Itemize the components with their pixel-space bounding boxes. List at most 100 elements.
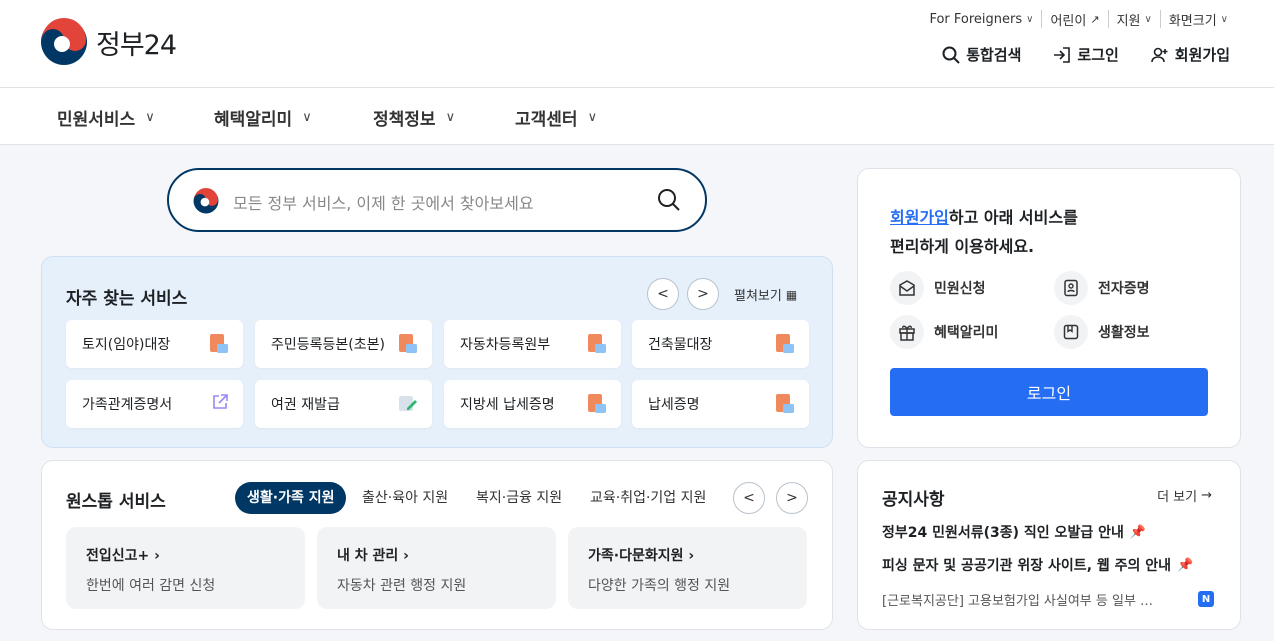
prev-button[interactable]: < <box>647 278 679 310</box>
taegeuk-emblem-icon <box>193 188 219 214</box>
search-input[interactable]: 모든 정부 서비스, 이제 한 곳에서 찾아보세요 <box>233 190 534 214</box>
tab-welfare-finance[interactable]: 복지·금융 지원 <box>476 482 562 514</box>
chevron-down-icon: ∨ <box>302 110 312 125</box>
login-panel: 회원가입하고 아래 서비스를 편리하게 이용하세요. 민원신청 전자증명 혜택알… <box>857 168 1241 448</box>
service-label: 여권 재발급 <box>271 397 340 413</box>
signup-link[interactable]: 회원가입 <box>1150 44 1230 65</box>
for-foreigners-menu[interactable]: For Foreigners ∨ <box>921 10 1041 28</box>
support-menu[interactable]: 지원 ∨ <box>1107 10 1160 29</box>
onestop-card-title: 전입신고+ › <box>86 545 285 565</box>
onestop-card-desc: 다양한 가족의 행정 지원 <box>588 578 731 594</box>
quick-service-civil[interactable]: 민원신청 <box>890 271 986 305</box>
service-card[interactable]: 가족관계증명서 <box>66 380 243 428</box>
nav-label: 민원서비스 <box>57 110 136 130</box>
quick-service-label: 민원신청 <box>934 281 986 297</box>
card-title-text: 내 차 관리 <box>337 548 399 564</box>
nav-civil-services[interactable]: 민원서비스 ∨ <box>57 105 155 130</box>
notice-item[interactable]: 정부24 민원서류(3종) 직인 오발급 안내 📌 <box>882 522 1146 542</box>
service-card[interactable]: 납세증명 <box>632 380 809 428</box>
chevron-down-icon: ∨ <box>587 110 598 125</box>
site-header: 정부24 For Foreigners ∨ 어린이 ↗ 지원 ∨ 화면크기 ∨ 통합검색… <box>0 0 1274 88</box>
chevron-down-icon: ∨ <box>145 110 155 125</box>
notice-item-text: [근로복지공단] 고용보험가입 사실여부 등 일부 … <box>882 594 1154 609</box>
service-card[interactable]: 건축물대장 <box>632 320 809 368</box>
quick-service-benefits[interactable]: 혜택알리미 <box>890 315 998 349</box>
arrow-right-icon: → <box>1201 488 1212 503</box>
onestop-title: 원스톱 서비스 <box>66 492 166 512</box>
id-card-icon <box>1054 271 1088 305</box>
grid-icon: ▦ <box>785 287 798 302</box>
quick-service-label: 생활정보 <box>1098 325 1150 341</box>
card-title-text: 전입신고+ <box>86 548 150 564</box>
service-card[interactable]: 여권 재발급 <box>255 380 432 428</box>
service-label: 납세증명 <box>648 397 700 413</box>
notice-item[interactable]: [근로복지공단] 고용보험가입 사실여부 등 일부 … <box>882 590 1153 609</box>
signup-link[interactable]: 회원가입 <box>890 208 949 227</box>
service-label: 가족관계증명서 <box>82 397 173 413</box>
mail-icon <box>890 271 924 305</box>
service-card[interactable]: 지방세 납세증명 <box>444 380 621 428</box>
nav-customer-center[interactable]: 고객센터 ∨ <box>515 105 597 130</box>
chevron-right-icon: › <box>403 548 409 564</box>
integrated-search-button[interactable]: 통합검색 <box>942 44 1021 65</box>
notice-more-link[interactable]: 더 보기 → <box>1157 486 1212 505</box>
tab-life-family[interactable]: 생활·가족 지원 <box>235 482 347 514</box>
login-button[interactable]: 로그인 <box>890 368 1208 416</box>
search-bar[interactable]: 모든 정부 서비스, 이제 한 곳에서 찾아보세요 <box>167 168 707 232</box>
for-foreigners-label: For Foreigners <box>929 11 1023 27</box>
chevron-left-icon: < <box>743 490 755 506</box>
notice-item[interactable]: 피싱 문자 및 공공기관 위장 사이트, 웹 주의 안내 📌 <box>882 555 1193 575</box>
frequent-services-panel: 자주 찾는 서비스 < > 펼쳐보기 ▦ 토지(임야)대장 주민등록등본(초본) … <box>41 256 833 448</box>
logo-text: 정부24 <box>96 29 177 61</box>
logo[interactable]: 정부24 <box>40 18 190 66</box>
notice-panel: 공지사항 더 보기 → 정부24 민원서류(3종) 직인 오발급 안내 📌 피싱 문… <box>857 460 1241 630</box>
nav-label: 정책정보 <box>373 110 436 130</box>
new-badge: N <box>1198 591 1214 607</box>
service-card[interactable]: 주민등록등본(초본) <box>255 320 432 368</box>
external-link-icon: ↗ <box>1090 12 1100 26</box>
chevron-down-icon: ∨ <box>445 110 456 125</box>
tab-birth-childcare[interactable]: 출산·육아 지원 <box>362 482 448 514</box>
service-card[interactable]: 토지(임야)대장 <box>66 320 243 368</box>
service-label: 자동차등록원부 <box>460 337 551 353</box>
service-label: 지방세 납세증명 <box>460 397 555 413</box>
document-icon <box>587 333 607 359</box>
login-message-line1: 하고 아래 서비스를 <box>948 208 1078 227</box>
tab-education-employment[interactable]: 교육·취업·기업 지원 <box>590 482 706 514</box>
gift-icon <box>890 315 924 349</box>
next-button[interactable]: > <box>687 278 719 310</box>
kids-link[interactable]: 어린이 ↗ <box>1041 10 1107 29</box>
login-link[interactable]: 로그인 <box>1053 44 1119 65</box>
support-label: 지원 <box>1116 13 1141 29</box>
notice-more-label: 더 보기 <box>1157 490 1198 505</box>
login-message: 회원가입하고 아래 서비스를 편리하게 이용하세요. <box>890 203 1078 261</box>
pin-icon: 📌 <box>1129 524 1147 540</box>
chevron-left-icon: < <box>657 286 669 302</box>
pin-icon: 📌 <box>1177 557 1194 573</box>
notice-item-text: 정부24 민원서류(3종) 직인 오발급 안내 <box>882 525 1124 541</box>
screen-size-menu[interactable]: 화면크기 ∨ <box>1159 10 1236 29</box>
bookmark-icon <box>1054 315 1088 349</box>
onestop-card[interactable]: 가족·다문화지원 › 다양한 가족의 행정 지원 <box>568 527 807 609</box>
taegeuk-emblem-icon <box>41 18 87 65</box>
screen-size-label: 화면크기 <box>1168 13 1217 29</box>
next-button[interactable]: > <box>776 482 808 514</box>
quick-service-certificate[interactable]: 전자증명 <box>1054 271 1150 305</box>
quick-service-life-info[interactable]: 생활정보 <box>1054 315 1150 349</box>
search-icon[interactable] <box>657 188 681 212</box>
document-icon <box>398 333 418 359</box>
utility-menu: For Foreigners ∨ 어린이 ↗ 지원 ∨ 화면크기 ∨ <box>921 10 1236 29</box>
document-icon <box>587 393 607 419</box>
onestop-card[interactable]: 전입신고+ › 한번에 여러 감면 신청 <box>66 527 305 609</box>
nav-benefits[interactable]: 혜택알리미 ∨ <box>214 105 312 130</box>
onestop-card[interactable]: 내 차 관리 › 자동차 관련 행정 지원 <box>317 527 556 609</box>
chevron-down-icon: ∨ <box>1220 13 1228 25</box>
search-icon <box>942 46 960 64</box>
quick-service-label: 혜택알리미 <box>934 325 999 341</box>
prev-button[interactable]: < <box>733 482 765 514</box>
expand-link[interactable]: 펼쳐보기 ▦ <box>734 285 798 305</box>
service-card[interactable]: 자동차등록원부 <box>444 320 621 368</box>
quick-service-label: 전자증명 <box>1098 281 1150 297</box>
chevron-right-icon: > <box>697 286 709 302</box>
nav-policy[interactable]: 정책정보 ∨ <box>373 105 455 130</box>
